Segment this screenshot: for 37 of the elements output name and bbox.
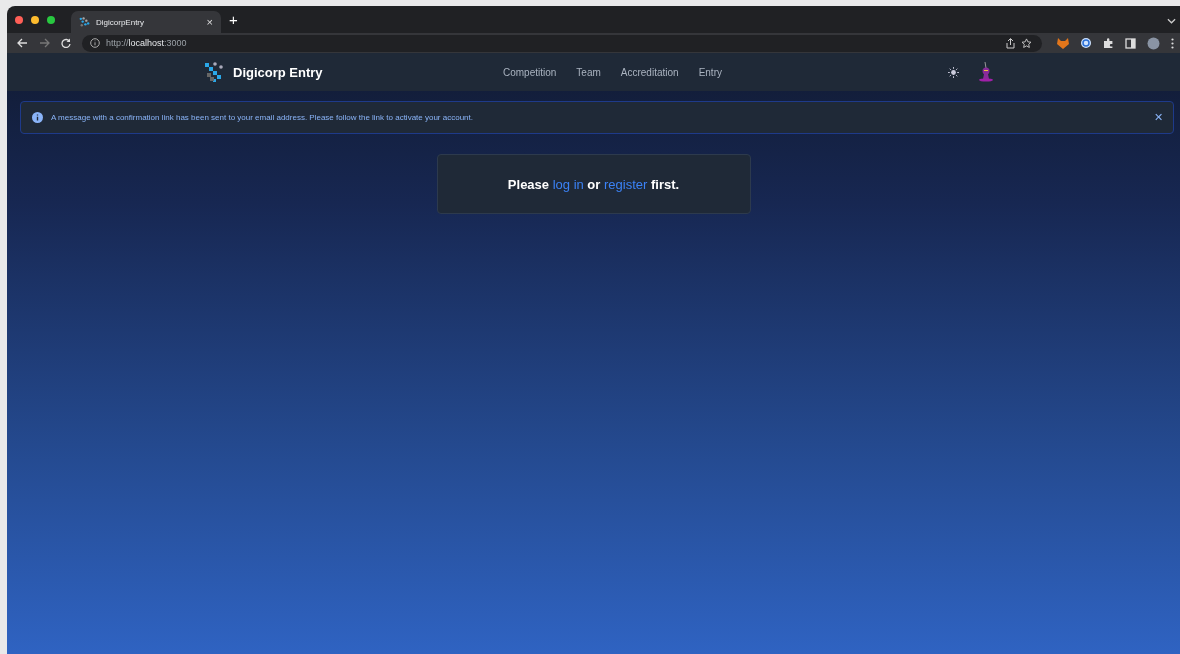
- nav-link[interactable]: Entry: [698, 66, 722, 78]
- star-icon[interactable]: [1021, 37, 1032, 49]
- minimize-window-icon[interactable]: [31, 15, 39, 24]
- nav-link[interactable]: Competition: [503, 66, 557, 78]
- sidebar-icon[interactable]: [1125, 37, 1136, 49]
- info-icon: [32, 112, 43, 123]
- forward-arrow-icon[interactable]: [39, 38, 50, 48]
- sun-icon[interactable]: [948, 66, 959, 78]
- back-arrow-icon[interactable]: [17, 38, 28, 48]
- login-prompt: Please log in or register first.: [507, 176, 680, 192]
- wizard-icon[interactable]: [978, 62, 994, 82]
- circle-icon[interactable]: [1080, 37, 1092, 49]
- avatar-icon[interactable]: [1147, 36, 1160, 50]
- logo-icon[interactable]: [203, 61, 225, 83]
- puzzle-icon[interactable]: [1103, 37, 1114, 49]
- brand-name[interactable]: Digicorp Entry: [233, 64, 323, 80]
- reload-icon[interactable]: [61, 38, 71, 48]
- nav-link[interactable]: Team: [576, 66, 601, 78]
- address-field[interactable]: http://localhost:3000: [82, 34, 1042, 52]
- url-text: http://localhost:3000: [106, 38, 187, 48]
- close-tab-button[interactable]: ×: [206, 16, 213, 28]
- register-link[interactable]: register: [604, 176, 648, 192]
- logo-icon: [79, 16, 90, 28]
- nav-link[interactable]: Accreditation: [620, 66, 679, 78]
- menu-icon[interactable]: [1171, 37, 1174, 49]
- info-icon: [90, 38, 100, 48]
- browser-tab[interactable]: DigicorpEntry ×: [71, 11, 221, 33]
- chevron-down-icon[interactable]: [1167, 18, 1176, 24]
- tab-title: DigicorpEntry: [96, 17, 145, 27]
- login-link[interactable]: log in: [552, 176, 584, 192]
- fox-icon[interactable]: [1057, 37, 1069, 49]
- share-icon[interactable]: [1006, 37, 1015, 49]
- close-button[interactable]: ✕: [1154, 111, 1163, 124]
- close-window-icon[interactable]: [15, 15, 23, 24]
- maximize-window-icon[interactable]: [47, 15, 55, 24]
- alert-message: A message with a confirmation link has been sent to your email address. Please follow the link to activate your account.: [51, 113, 474, 122]
- new-tab-button[interactable]: +: [221, 12, 246, 27]
